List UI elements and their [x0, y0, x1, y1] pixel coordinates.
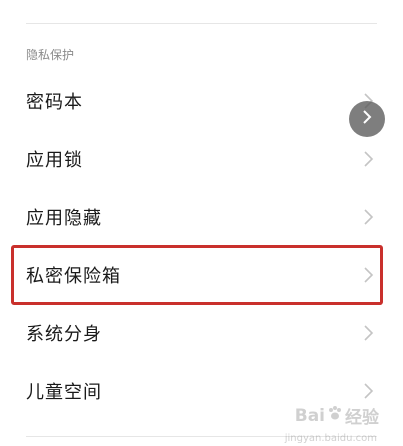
list-item-label: 密码本 — [26, 92, 83, 113]
chevron-right-icon — [361, 381, 377, 401]
floating-assist-button[interactable] — [349, 101, 385, 137]
list-item-password-book[interactable]: 密码本 — [0, 72, 403, 130]
watermark-url: jingyan.baidu.com — [284, 433, 377, 444]
list-item-app-lock[interactable]: 应用锁 — [0, 130, 403, 188]
list-item-label: 应用锁 — [26, 150, 83, 171]
top-divider — [26, 23, 377, 24]
privacy-settings-list: 密码本 应用锁 应用隐藏 私密保险箱 系统分身 儿童空间 — [0, 72, 403, 420]
paw-icon — [327, 405, 343, 426]
chevron-right-icon — [361, 207, 377, 227]
chevron-right-icon — [361, 265, 377, 285]
watermark-text-right: 经验 — [345, 408, 379, 428]
list-item-app-hide[interactable]: 应用隐藏 — [0, 188, 403, 246]
list-item-label: 儿童空间 — [26, 382, 102, 403]
list-item-label: 私密保险箱 — [26, 266, 121, 287]
list-item-label: 应用隐藏 — [26, 208, 102, 229]
chevron-right-icon — [361, 323, 377, 343]
list-item-label: 系统分身 — [26, 324, 102, 345]
chevron-right-icon — [361, 149, 377, 169]
list-item-private-safe[interactable]: 私密保险箱 — [0, 245, 403, 305]
chevron-right-icon — [360, 108, 374, 130]
baidu-watermark: Bai 经验 — [294, 403, 379, 429]
list-item-system-clone[interactable]: 系统分身 — [0, 304, 403, 362]
section-header-privacy: 隐私保护 — [26, 48, 75, 62]
watermark-text-left: Bai — [294, 405, 325, 426]
